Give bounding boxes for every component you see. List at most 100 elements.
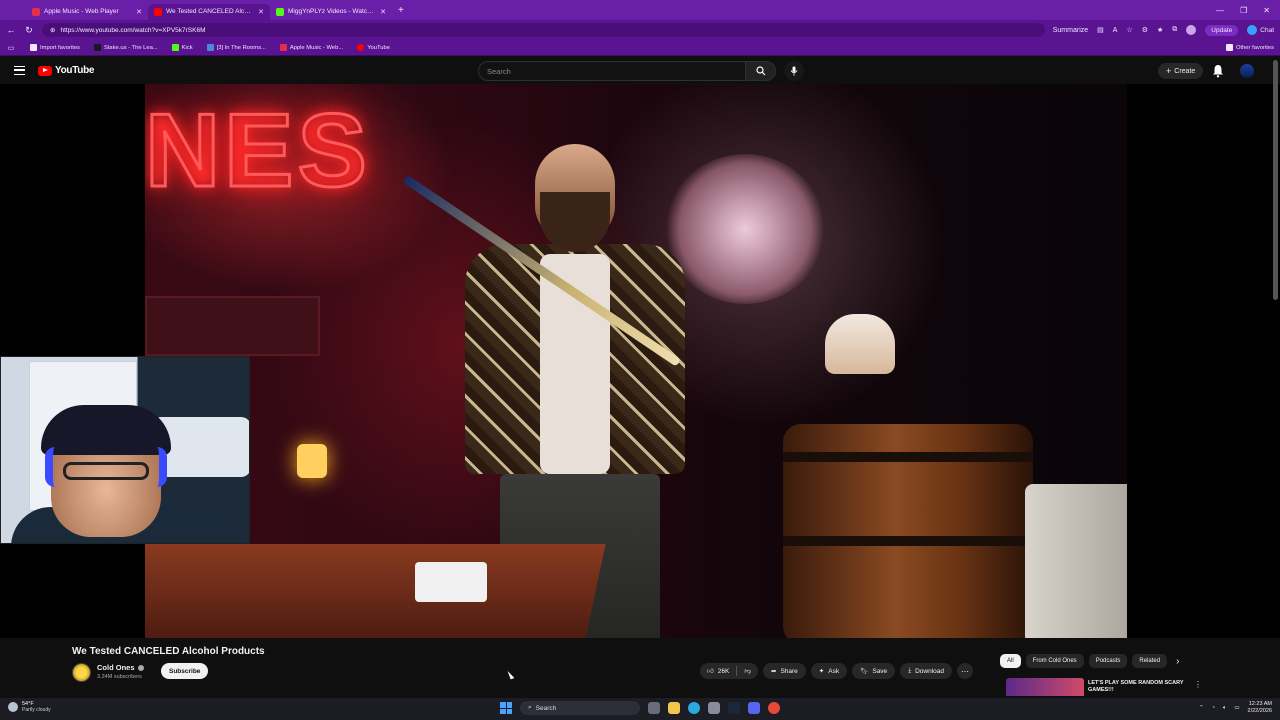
tab-title: Apple Music - Web Player bbox=[44, 8, 119, 15]
close-tab-icon[interactable]: ✕ bbox=[258, 8, 264, 16]
page-scrollbar[interactable] bbox=[1273, 60, 1278, 300]
channel-name-text: Cold Ones bbox=[97, 663, 135, 672]
create-button[interactable]: + Create bbox=[1158, 63, 1204, 79]
time: 12:23 AM bbox=[1248, 701, 1272, 707]
refresh-icon[interactable]: ↻ bbox=[24, 25, 34, 36]
favorite-star-icon[interactable]: ☆ bbox=[1126, 26, 1132, 34]
back-icon[interactable]: ← bbox=[6, 25, 16, 35]
bookmark-label: [3] In The Rooms... bbox=[216, 44, 266, 51]
webcam-overlay bbox=[0, 356, 250, 544]
summarize-button[interactable]: Summarize bbox=[1053, 27, 1088, 34]
address-bar[interactable]: ⊕ https://www.youtube.com/watch?v=XPV5k7… bbox=[42, 23, 1045, 37]
chip-all[interactable]: All bbox=[1000, 654, 1021, 668]
thumbs-up-icon: 👍︎ bbox=[707, 668, 714, 675]
extensions-icon[interactable]: ⚙ bbox=[1142, 26, 1148, 34]
search-bar: Search bbox=[478, 61, 804, 81]
chip-podcasts[interactable]: Podcasts bbox=[1088, 654, 1128, 668]
video-title: We Tested CANCELED Alcohol Products bbox=[72, 646, 265, 657]
chevron-right-icon[interactable]: › bbox=[1176, 656, 1179, 667]
shelf bbox=[145, 296, 320, 356]
beard bbox=[540, 192, 610, 252]
close-tab-icon[interactable]: ✕ bbox=[380, 8, 386, 16]
recommended-title[interactable]: LET'S PLAY SOME RANDOM SCARY GAMES!!! bbox=[1088, 680, 1198, 694]
search-input[interactable]: Search bbox=[478, 61, 746, 81]
read-aloud-icon[interactable]: A bbox=[1113, 27, 1118, 34]
dislike-button[interactable]: 👎︎ bbox=[737, 663, 758, 679]
volume-icon[interactable]: 🔈︎ bbox=[1223, 705, 1226, 712]
channel-avatar[interactable] bbox=[72, 663, 91, 682]
tab-list-icon[interactable]: ▭ bbox=[6, 44, 16, 52]
download-icon: ⤓ bbox=[908, 667, 912, 674]
channel-name[interactable]: Cold Ones bbox=[97, 663, 144, 672]
edge-icon[interactable] bbox=[688, 702, 700, 714]
settings-icon[interactable] bbox=[708, 702, 720, 714]
like-button[interactable]: 👍︎ 26K bbox=[700, 663, 736, 679]
notifications-bell-icon[interactable] bbox=[1212, 64, 1224, 78]
tab-youtube-video[interactable]: We Tested CANCELED Alcoho ✕ bbox=[148, 3, 270, 20]
bookmark-in-the-rooms[interactable]: [3] In The Rooms... bbox=[206, 44, 266, 51]
reader-icon[interactable]: ▤ bbox=[1097, 26, 1104, 34]
youtube-logo[interactable]: YouTube bbox=[38, 65, 95, 76]
clock[interactable]: 12:23 AM 2/22/2026 bbox=[1248, 701, 1272, 715]
save-button[interactable]: 🔖︎ Save bbox=[852, 663, 896, 679]
video-player[interactable]: NES bbox=[0, 84, 1280, 638]
new-tab-icon[interactable]: + bbox=[398, 5, 404, 16]
recommended-thumbnail[interactable] bbox=[1006, 678, 1084, 696]
verified-icon bbox=[137, 664, 144, 671]
subscribe-button[interactable]: Subscribe bbox=[161, 663, 209, 679]
close-tab-icon[interactable]: ✕ bbox=[136, 8, 142, 16]
bookmark-apple-music[interactable]: Apple Music - Web... bbox=[279, 44, 343, 51]
voice-search-button[interactable] bbox=[784, 61, 804, 81]
bookmark-youtube[interactable]: YouTube bbox=[357, 44, 390, 51]
minimize-icon[interactable]: — bbox=[1216, 6, 1224, 15]
tissue-box bbox=[415, 562, 487, 602]
other-favorites[interactable]: Other favorites bbox=[1225, 44, 1274, 51]
window-controls: — ❐ ✕ bbox=[1216, 0, 1280, 20]
site-info-icon[interactable]: ⊕ bbox=[50, 26, 55, 34]
chrome-icon[interactable] bbox=[768, 702, 780, 714]
chip-from-cold-ones[interactable]: From Cold Ones bbox=[1025, 654, 1084, 668]
taskbar-search[interactable]: ⌕ Search bbox=[520, 701, 640, 715]
steam-icon[interactable] bbox=[728, 702, 740, 714]
battery-icon[interactable]: ▭ bbox=[1234, 705, 1239, 711]
download-button[interactable]: ⤓ Download bbox=[900, 663, 952, 679]
update-button[interactable]: Update bbox=[1205, 24, 1239, 36]
ask-button[interactable]: ✦ Ask bbox=[810, 663, 848, 679]
video-actions: 👍︎ 26K 👎︎ ➦ Share ✦ Ask 🔖︎ Save ⤓ Downlo… bbox=[700, 663, 973, 679]
more-actions-icon[interactable]: ⋯ bbox=[956, 663, 973, 679]
recommended-video[interactable]: LET'S PLAY SOME RANDOM SCARY GAMES!!! ⋮ bbox=[1006, 678, 1256, 696]
weather-widget[interactable]: 54°F Partly cloudy bbox=[8, 701, 51, 713]
start-button[interactable] bbox=[500, 702, 512, 714]
like-count: 26K bbox=[717, 667, 730, 675]
kick-icon bbox=[171, 44, 179, 51]
wifi-icon[interactable]: ◔ bbox=[1212, 705, 1215, 711]
chevron-up-icon[interactable]: ⌃ bbox=[1199, 705, 1204, 711]
share-label: Share bbox=[780, 667, 798, 675]
discord-icon[interactable] bbox=[748, 702, 760, 714]
task-view-icon[interactable] bbox=[648, 702, 660, 714]
chip-related[interactable]: Related bbox=[1132, 654, 1168, 668]
tab-apple-music[interactable]: Apple Music - Web Player ✕ bbox=[26, 4, 148, 20]
profile-avatar[interactable] bbox=[1186, 25, 1197, 35]
more-options-icon[interactable]: ⋮ bbox=[1194, 680, 1202, 689]
barrel-band bbox=[783, 452, 1033, 462]
close-window-icon[interactable]: ✕ bbox=[1263, 6, 1270, 15]
bookmark-stake[interactable]: Stake.us - The Lea... bbox=[93, 44, 158, 51]
taskbar-apps: ⌕ Search bbox=[500, 701, 780, 715]
account-avatar[interactable] bbox=[1240, 64, 1254, 78]
bookmark-kick[interactable]: Kick bbox=[171, 44, 193, 51]
maximize-icon[interactable]: ❐ bbox=[1240, 6, 1247, 15]
menu-icon[interactable] bbox=[14, 66, 25, 75]
tab-title: MiggYnPLYz Videos - Watch On-D bbox=[288, 8, 376, 15]
collections-icon[interactable]: ⧉ bbox=[1172, 26, 1177, 34]
bookmark-import-favorites[interactable]: Import favorites bbox=[30, 44, 80, 51]
bookmark-label: YouTube bbox=[367, 44, 390, 51]
search-button[interactable] bbox=[746, 61, 776, 81]
bookmark-label: Kick bbox=[181, 44, 193, 51]
apple-music-icon bbox=[279, 44, 287, 51]
file-explorer-icon[interactable] bbox=[668, 702, 680, 714]
copilot-chat-button[interactable]: Chat bbox=[1247, 25, 1274, 35]
tab-kick[interactable]: MiggYnPLYz Videos - Watch On-D ✕ bbox=[270, 4, 392, 20]
favorites-icon[interactable]: ★ bbox=[1157, 26, 1163, 34]
share-button[interactable]: ➦ Share bbox=[762, 663, 806, 679]
